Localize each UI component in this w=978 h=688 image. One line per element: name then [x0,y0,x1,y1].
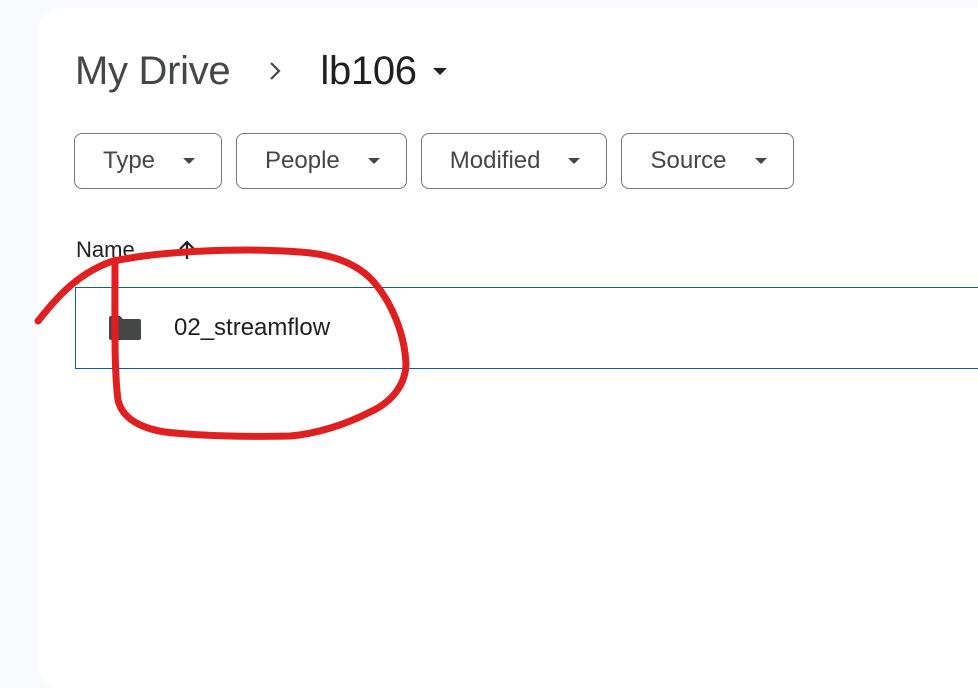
folder-icon [109,316,141,340]
filter-source-chip[interactable]: Source [621,133,794,189]
filter-people-chip[interactable]: People [236,133,407,189]
breadcrumb-current-folder-button[interactable]: lb106 [320,48,447,94]
caret-down-icon [568,158,581,164]
breadcrumb: My Drive lb106 [75,44,447,98]
list-item-name: 02_streamflow [174,314,331,341]
caret-down-icon [367,158,380,164]
column-name-header[interactable]: Name [76,237,135,263]
filter-source-label: Source [650,147,727,174]
filter-modified-label: Modified [449,147,541,174]
arrow-up-icon [178,240,195,259]
filter-people-label: People [265,147,340,174]
breadcrumb-current-folder: lb106 [320,48,417,93]
list-column-header: Name [76,236,201,264]
breadcrumb-my-drive[interactable]: My Drive [75,49,231,94]
filter-chips: Type People Modified Source [74,133,794,189]
list-item[interactable]: 02_streamflow [75,287,978,369]
filter-type-label: Type [103,147,156,174]
caret-down-icon [432,67,447,75]
sort-direction-button[interactable] [173,236,201,264]
caret-down-icon [183,158,196,164]
chevron-right-icon [270,62,281,80]
filter-modified-chip[interactable]: Modified [420,133,608,189]
filter-type-chip[interactable]: Type [74,133,223,189]
caret-down-icon [754,158,767,164]
